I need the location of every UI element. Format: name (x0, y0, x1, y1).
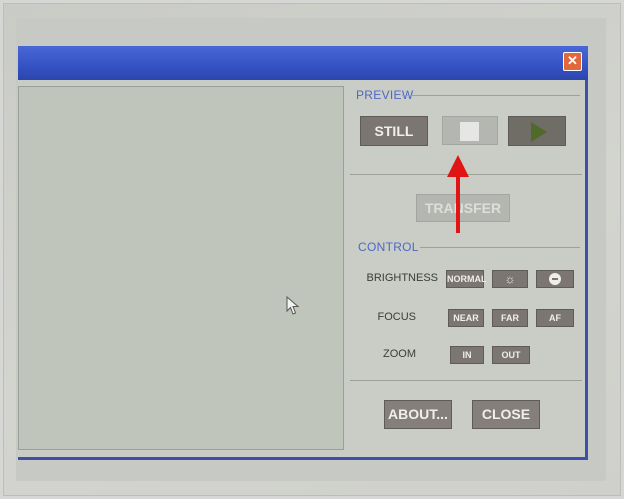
still-button[interactable]: STILL (360, 116, 428, 146)
control-divider (420, 247, 580, 248)
zoom-out-button[interactable]: OUT (492, 346, 530, 364)
brightness-normal-button[interactable]: NORMAL (446, 270, 487, 288)
brightness-label: BRIGHTNESS (366, 272, 438, 284)
window-close-icon[interactable]: ✕ (563, 52, 582, 71)
brightness-up-button[interactable]: ☼ (492, 270, 528, 288)
mouse-cursor-icon (286, 296, 300, 315)
stop-button[interactable] (442, 116, 498, 145)
focus-af-button[interactable]: AF (536, 309, 574, 327)
about-button[interactable]: ABOUT... (384, 400, 452, 429)
transfer-button[interactable]: TRANSFER (416, 194, 510, 222)
zoom-label: ZOOM (383, 348, 416, 360)
play-icon (531, 122, 547, 142)
control-lower-divider (350, 380, 582, 381)
preview-divider (402, 95, 580, 96)
app-window: ✕ PREVIEW STILL TRANSFER CONTROL BRIGHTN… (18, 46, 588, 460)
annotation-arrow-shaft (456, 175, 460, 233)
zoom-in-button[interactable]: IN (450, 346, 484, 364)
sun-icon: ☼ (504, 272, 516, 286)
annotation-arrow-head (447, 155, 469, 177)
control-section-label: CONTROL (358, 240, 419, 254)
camera-preview-area (18, 86, 344, 450)
close-button[interactable]: CLOSE (472, 400, 540, 429)
focus-near-button[interactable]: NEAR (448, 309, 484, 327)
stop-icon (460, 122, 479, 141)
focus-far-button[interactable]: FAR (492, 309, 528, 327)
minus-circle-icon (549, 273, 561, 285)
focus-label: FOCUS (377, 311, 417, 323)
play-button[interactable] (508, 116, 566, 146)
side-panel: PREVIEW STILL TRANSFER CONTROL BRIGHTNES… (350, 84, 582, 456)
title-bar: ✕ (18, 46, 588, 80)
brightness-down-button[interactable] (536, 270, 574, 288)
